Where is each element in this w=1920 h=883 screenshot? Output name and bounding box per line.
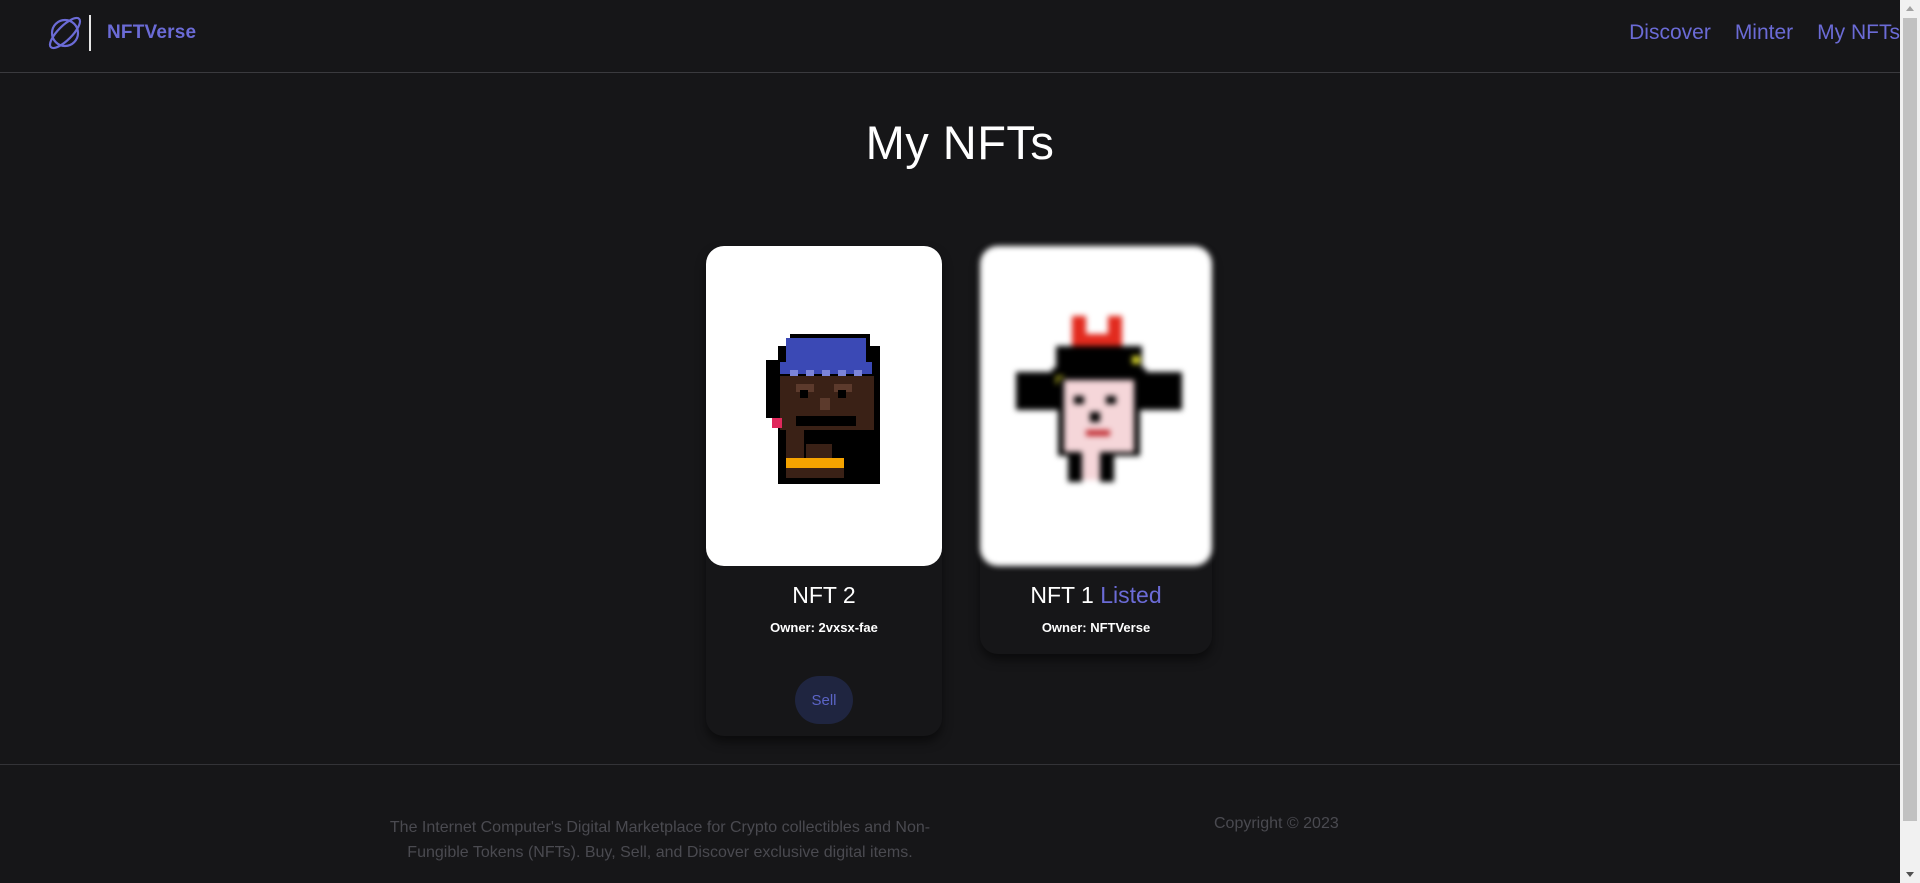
nav-my-nfts-link[interactable]: My NFTs [1817,21,1900,45]
nft-image-frame[interactable] [706,246,942,566]
nft-name-text: NFT 2 [792,582,856,608]
nft-card[interactable]: NFT 1 Listed Owner: NFTVerse [980,246,1212,654]
vertical-scrollbar[interactable] [1900,0,1920,883]
nft-name: NFT 2 [706,582,942,609]
page: NFTVerse Discover Minter My NFTs My NFTs [0,0,1900,883]
logo-divider [89,15,91,51]
nft-name-text: NFT 1 [1030,582,1094,608]
scroll-up-arrow-icon[interactable] [1900,0,1920,17]
nft-image-pixel-punk [1016,316,1182,482]
top-navbar: NFTVerse Discover Minter My NFTs [0,0,1900,73]
scroll-down-arrow-icon[interactable] [1900,866,1920,883]
nav-minter-link[interactable]: Minter [1735,21,1793,45]
sell-button[interactable]: Sell [795,676,853,724]
nft-owner: Owner: NFTVerse [1041,620,1151,635]
nft-owner: Owner: 2vxsx-fae [770,620,878,635]
footer: The Internet Computer's Digital Marketpl… [0,764,1900,883]
page-title: My NFTs [865,116,1055,169]
nav-links: Discover Minter My NFTs [1629,21,1900,45]
footer-description: The Internet Computer's Digital Marketpl… [389,819,931,861]
nft-image-frame[interactable] [980,246,1212,566]
nft-name: NFT 1 Listed [980,582,1212,609]
logo[interactable]: NFTVerse [45,14,196,52]
nft-image-pixel-punk [766,334,880,484]
listed-badge: Listed [1100,582,1162,608]
brand-name[interactable]: NFTVerse [107,22,196,44]
nft-card[interactable]: NFT 2 Owner: 2vxsx-fae Sell [706,246,942,736]
nav-discover-link[interactable]: Discover [1629,21,1711,45]
scrollbar-thumb[interactable] [1903,18,1917,821]
planet-icon [48,16,82,50]
footer-copyright: Copyright © 2023 [1214,815,1339,832]
